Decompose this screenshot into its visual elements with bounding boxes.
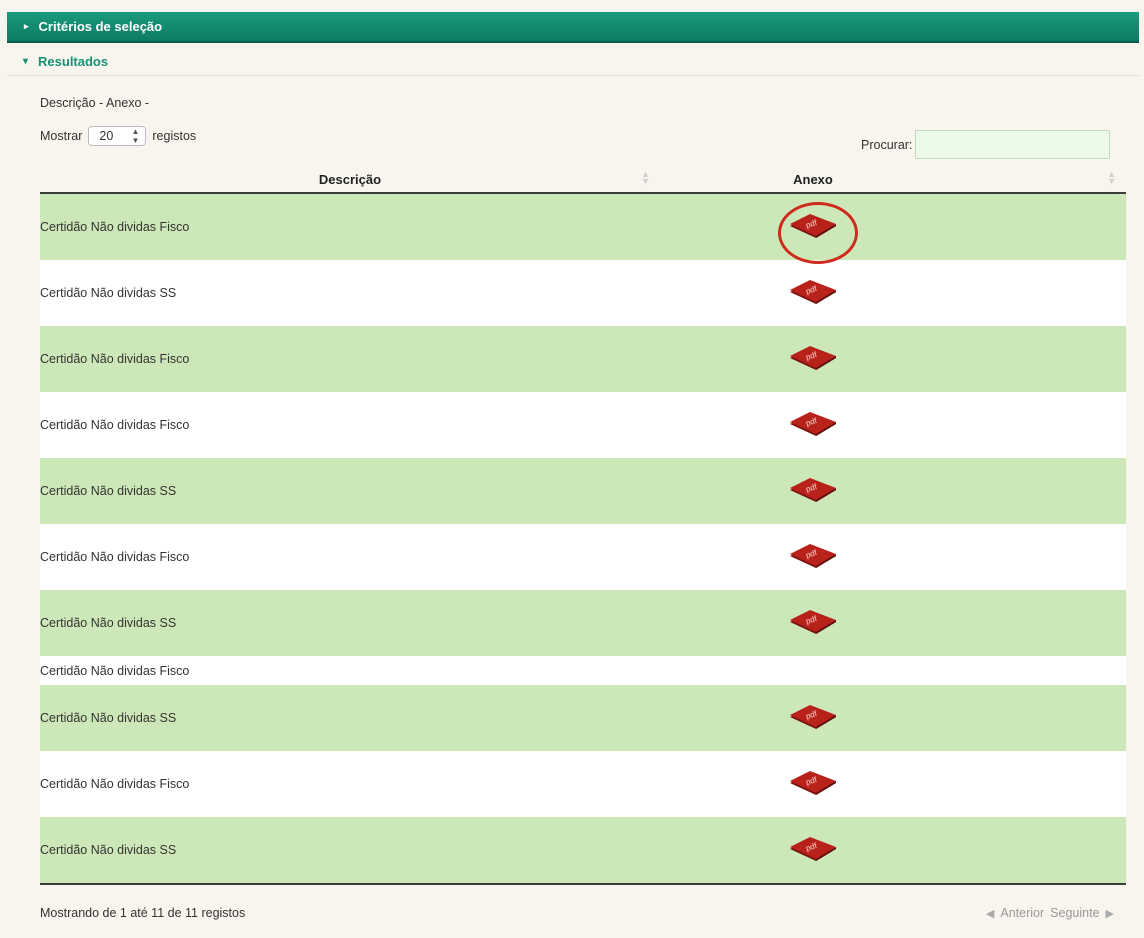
sort-icon: ▲ ▼ <box>1107 169 1116 186</box>
highlight-circle <box>778 202 858 264</box>
chevron-right-icon: ▸ <box>24 21 29 31</box>
table-row: Certidão Não dividas Fisco pdf <box>40 524 1126 590</box>
pdf-icon[interactable]: pdf <box>788 346 838 372</box>
select-arrows-icon: ▲ ▼ <box>131 127 140 145</box>
descricao-text: Certidão Não dividas SS <box>40 484 177 498</box>
length-prefix-label: Mostrar <box>40 129 83 143</box>
descricao-text: Certidão Não dividas Fisco <box>40 777 190 791</box>
table-row: Certidão Não dividas SS pdf <box>40 260 1126 326</box>
criteria-section-header[interactable]: ▸ Critérios de seleção <box>7 12 1139 43</box>
page-length-control: Mostrar 20 ▲ ▼ registos <box>40 126 196 146</box>
descricao-cell: Certidão Não dividas Fisco <box>40 777 660 791</box>
search-input[interactable] <box>915 130 1111 159</box>
descricao-text: Certidão Não dividas Fisco <box>40 418 190 432</box>
anexo-cell: pdf <box>660 346 1126 372</box>
table-row: Certidão Não dividas Fisco <box>40 656 1126 685</box>
descricao-text: Certidão Não dividas SS <box>40 286 177 300</box>
pdf-icon[interactable]: pdf <box>788 837 838 863</box>
table-row: Certidão Não dividas Fisco pdf <box>40 194 1126 264</box>
column-header-label: Descrição <box>318 171 382 187</box>
table-row: Certidão Não dividas SS pdf <box>40 458 1126 524</box>
descricao-text: Certidão Não dividas Fisco <box>40 220 190 234</box>
anexo-cell: pdf <box>660 478 1126 504</box>
descricao-cell: Certidão Não dividas Fisco <box>40 550 660 564</box>
search-label: Procurar: <box>861 137 913 152</box>
results-section-header[interactable]: ▾ Resultados <box>7 48 1139 76</box>
descricao-cell: Certidão Não dividas Fisco <box>40 664 660 678</box>
pdf-icon[interactable]: pdf <box>788 705 838 731</box>
length-suffix-label: registos <box>152 129 197 143</box>
descricao-cell: Certidão Não dividas SS <box>40 843 660 857</box>
descricao-text: Certidão Não dividas Fisco <box>40 550 190 564</box>
descricao-cell: Certidão Não dividas SS <box>40 711 660 725</box>
pdf-icon[interactable]: pdf <box>788 610 838 636</box>
chevron-down-icon: ▾ <box>23 56 29 67</box>
column-header-anexo[interactable]: Anexo ▲ ▼ <box>660 166 1126 192</box>
table-row: Certidão Não dividas SS pdf <box>40 590 1126 656</box>
descricao-cell: Certidão Não dividas Fisco <box>40 220 660 234</box>
previous-button[interactable]: Anterior <box>1000 906 1044 920</box>
table-row: Certidão Não dividas SS pdf <box>40 685 1126 751</box>
table-header: Descrição ▲ ▼ Anexo ▲ ▼ <box>40 166 1126 194</box>
anexo-cell: pdf <box>660 202 1126 264</box>
table-row: Certidão Não dividas Fisco pdf <box>40 751 1126 817</box>
anexo-cell: pdf <box>660 837 1126 863</box>
anexo-cell: pdf <box>660 412 1126 438</box>
table-row: Certidão Não dividas Fisco pdf <box>40 326 1126 392</box>
descricao-cell: Certidão Não dividas SS <box>40 616 660 630</box>
anexo-cell: pdf <box>660 544 1126 570</box>
pagination: ◀ Anterior Seguinte ▶ <box>986 906 1114 920</box>
descricao-cell: Certidão Não dividas SS <box>40 286 660 300</box>
next-arrow-icon[interactable]: ▶ <box>1106 907 1114 920</box>
descricao-text: Certidão Não dividas Fisco <box>40 352 190 366</box>
anexo-cell: pdf <box>660 771 1126 797</box>
pdf-icon[interactable]: pdf <box>788 478 838 504</box>
sort-icon: ▲ ▼ <box>641 169 650 186</box>
anexo-cell: pdf <box>660 280 1126 306</box>
pdf-icon[interactable]: pdf <box>788 771 838 797</box>
pdf-icon[interactable]: pdf <box>778 202 858 264</box>
results-section-label: Resultados <box>38 54 109 69</box>
descricao-cell: Certidão Não dividas SS <box>40 484 660 498</box>
breadcrumb: Descrição - Anexo - <box>40 96 150 110</box>
column-header-label: Anexo <box>793 171 833 187</box>
page-length-value: 20 <box>99 129 114 143</box>
descricao-cell: Certidão Não dividas Fisco <box>40 418 660 432</box>
column-header-descricao[interactable]: Descrição ▲ ▼ <box>40 166 660 192</box>
table-info: Mostrando de 1 até 11 de 11 registos <box>40 906 246 920</box>
next-button[interactable]: Seguinte <box>1050 906 1099 920</box>
pdf-icon[interactable]: pdf <box>788 544 838 570</box>
anexo-cell: pdf <box>660 705 1126 731</box>
pdf-icon[interactable]: pdf <box>788 412 838 438</box>
criteria-section-label: Critérios de seleção <box>38 19 163 34</box>
results-table: Descrição ▲ ▼ Anexo ▲ ▼ Certidão Não divid… <box>40 166 1126 885</box>
table-row: Certidão Não dividas Fisco pdf <box>40 392 1126 458</box>
pdf-icon[interactable]: pdf <box>788 280 838 306</box>
descricao-text: Certidão Não dividas Fisco <box>40 663 190 678</box>
page: ▸ Critérios de seleção ▾ Resultados Desc… <box>0 0 1144 938</box>
table-body: Certidão Não dividas Fisco pdf Certidão Nã… <box>40 194 1126 883</box>
descricao-text: Certidão Não dividas SS <box>40 711 177 725</box>
anexo-cell: pdf <box>660 610 1126 636</box>
descricao-cell: Certidão Não dividas Fisco <box>40 352 660 366</box>
table-row: Certidão Não dividas SS pdf <box>40 817 1126 883</box>
previous-arrow-icon[interactable]: ◀ <box>986 907 994 920</box>
search-control: Procurar: <box>861 130 1111 159</box>
table-footer-line <box>40 883 1126 885</box>
descricao-text: Certidão Não dividas SS <box>40 843 177 857</box>
descricao-text: Certidão Não dividas SS <box>40 616 177 630</box>
page-length-select[interactable]: 20 ▲ ▼ <box>88 126 147 146</box>
